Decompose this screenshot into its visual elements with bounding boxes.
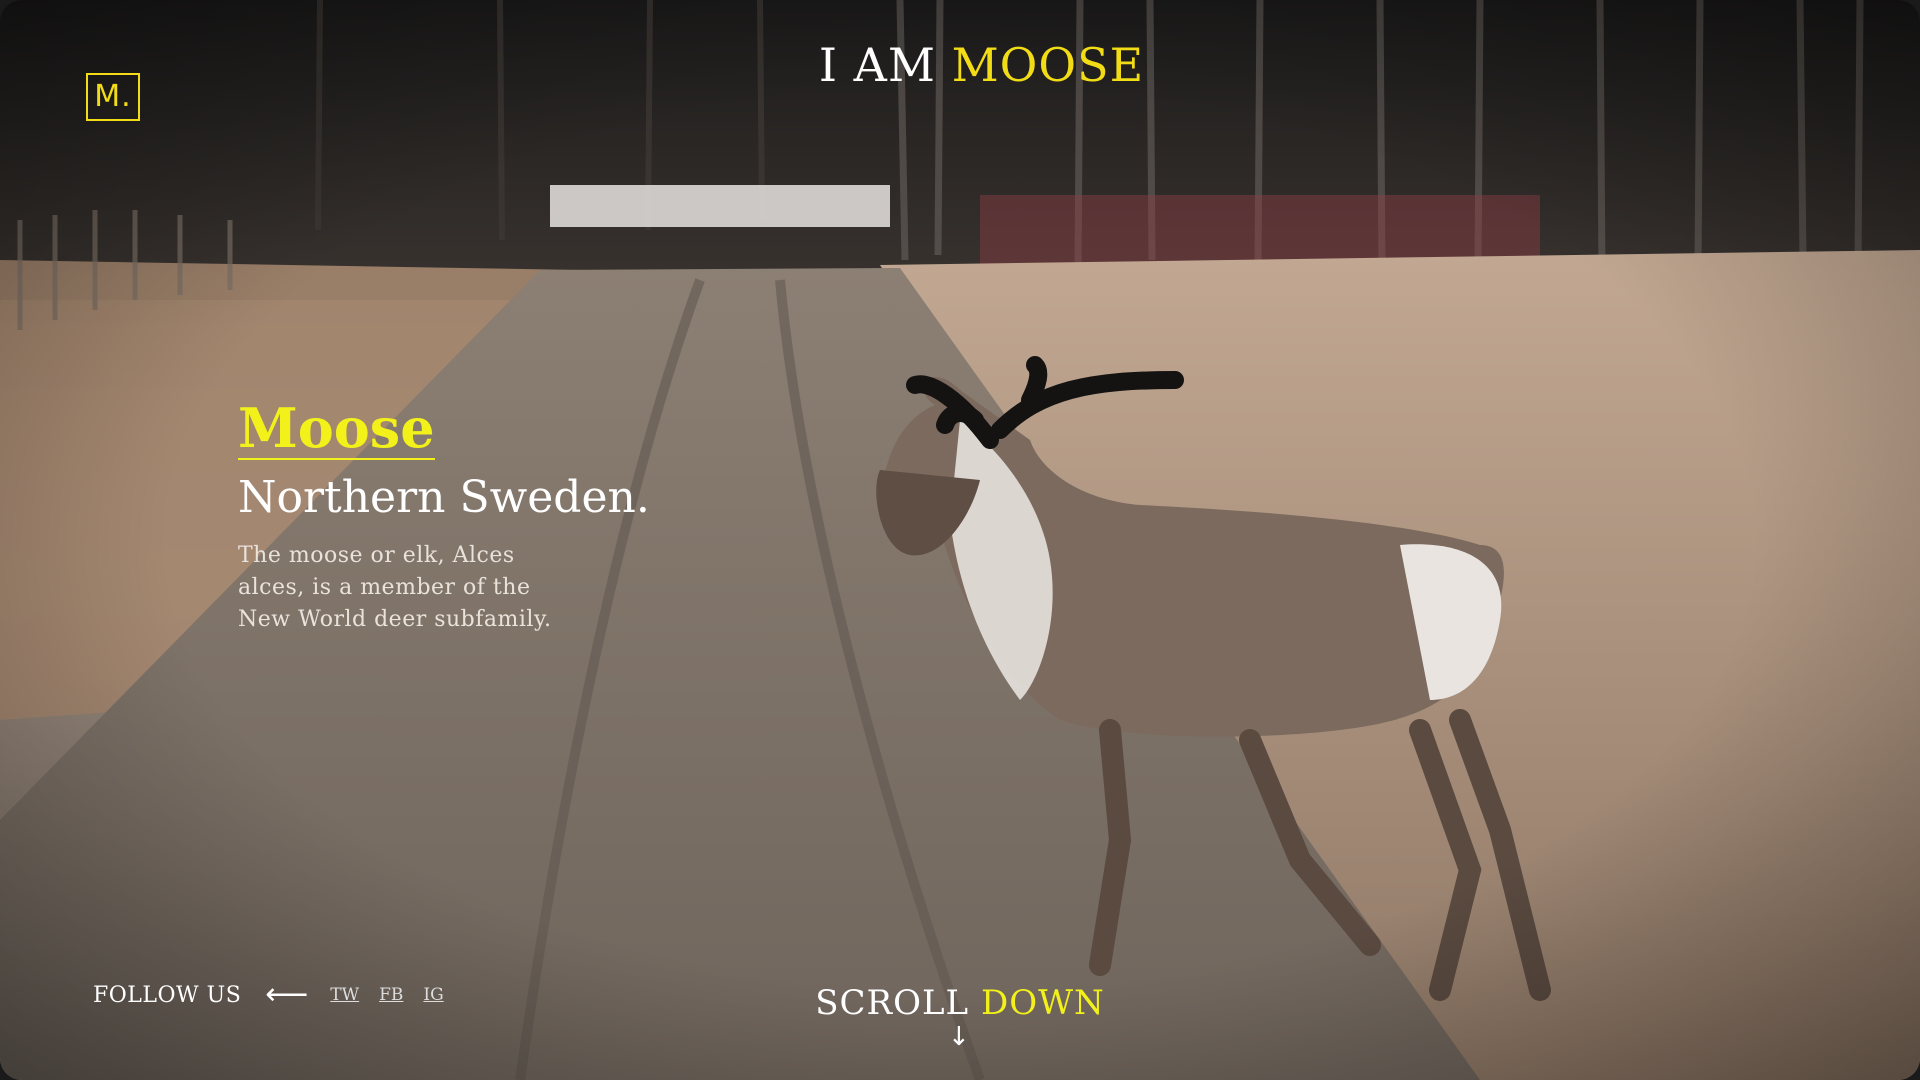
intro-block: Moose Northern Sweden. The moose or elk,… <box>238 398 718 636</box>
arrow-down-icon[interactable]: ↓ <box>948 1022 970 1052</box>
intro-subheading: Northern Sweden. <box>238 472 650 523</box>
intro-heading[interactable]: Moose <box>238 398 435 460</box>
site-title-prefix: I AM <box>818 38 936 92</box>
scroll-down-prefix: SCROLL <box>815 983 970 1023</box>
site-title-highlight: MOOSE <box>951 38 1145 92</box>
site-title: I AM MOOSE <box>0 38 1920 92</box>
scroll-down-highlight: DOWN <box>980 983 1105 1023</box>
hero-section: M. I AM MOOSE Moose Northern Sweden. The… <box>0 0 1920 1080</box>
scroll-down-button[interactable]: SCROLL DOWN <box>0 983 1920 1023</box>
intro-description: The moose or elk, Alces alces, is a memb… <box>238 543 552 632</box>
